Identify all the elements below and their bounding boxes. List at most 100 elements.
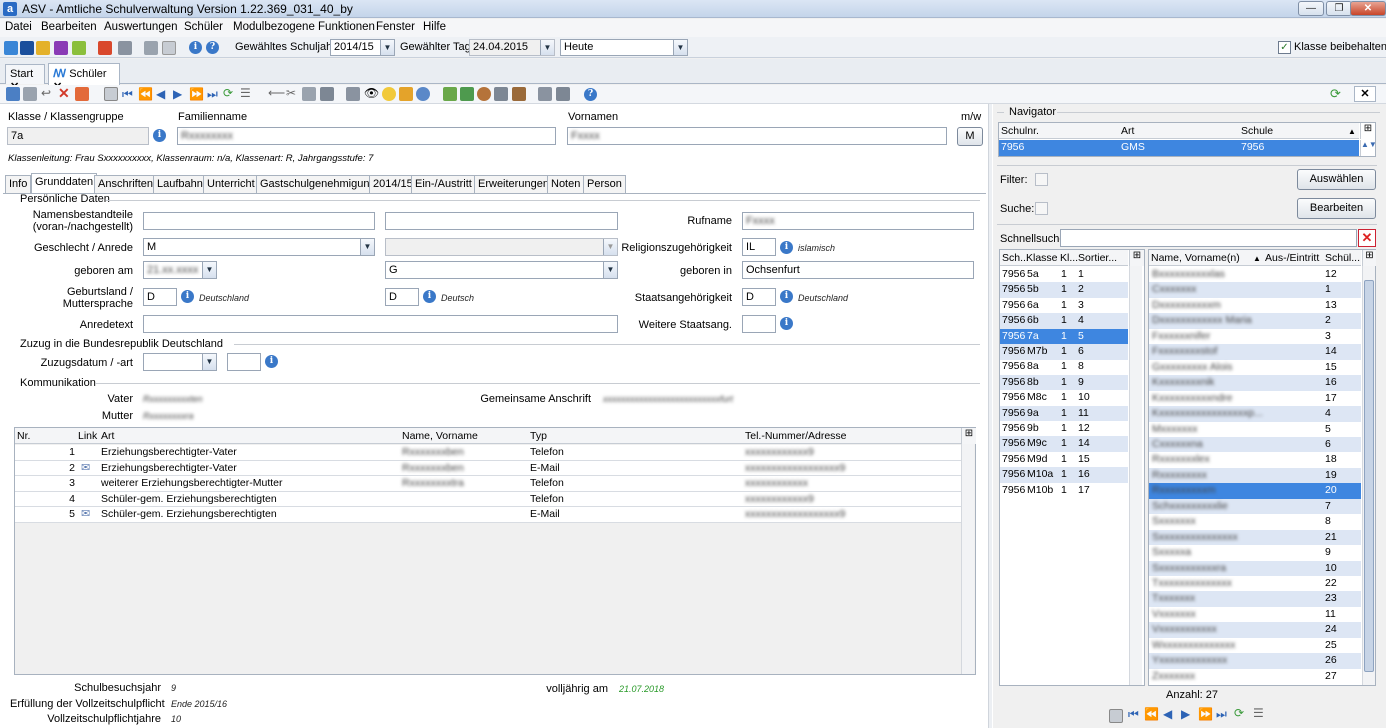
last-record-icon[interactable]: ⏭ [207, 87, 218, 102]
clear-search-icon[interactable]: ✕ [1358, 229, 1376, 247]
klassen-row[interactable]: 7956 M8c 1 10 [1000, 390, 1128, 406]
cut-icon[interactable]: ✂ [286, 86, 296, 100]
menu-hilfe[interactable]: Hilfe [423, 21, 446, 33]
tab-person[interactable]: Person [583, 175, 626, 193]
klasse-beibehalten-checkbox[interactable]: ✓ [1278, 41, 1291, 54]
schueler-row[interactable]: Gxxxxxxxxx Alois 15 [1149, 360, 1361, 376]
tab-gastschulgenehmigung[interactable]: Gastschulgenehmigung [256, 175, 380, 193]
last-record-icon[interactable]: ⏭ [1216, 707, 1227, 722]
next-record-icon[interactable]: ▶ [173, 87, 182, 101]
info-icon[interactable]: i [780, 317, 793, 330]
klassen-row[interactable]: 7956 M10b 1 17 [1000, 483, 1128, 499]
col-kl[interactable]: Kl... [1060, 252, 1078, 264]
tab-start[interactable]: Start ✕ [5, 64, 45, 93]
minimize-button[interactable]: — [1298, 1, 1324, 16]
religion-input[interactable]: IL [742, 238, 776, 256]
schueler-row[interactable]: Vxxxxxxxxxxx 24 [1149, 622, 1361, 638]
tab-schuljahr[interactable]: 2014/15 [369, 175, 417, 193]
print-icon[interactable] [118, 41, 132, 55]
schueler-row[interactable]: Rxxxxxxxxx 19 [1149, 467, 1361, 484]
menu-modulbezogene-funktionen[interactable]: Modulbezogene Funktionen [233, 21, 375, 33]
schueler-row[interactable]: Sxxxxxa 9 [1149, 545, 1361, 561]
klassen-row[interactable]: 7956 8b 1 9 [1000, 374, 1128, 391]
tab-schueler[interactable]: ꟿ Schüler ✕ [48, 63, 120, 93]
help-icon[interactable]: ? [206, 41, 219, 54]
mail-icon[interactable]: ✉ [81, 507, 90, 520]
tab-ein-austritt[interactable]: Ein-/Austritt [411, 175, 476, 193]
schule-row[interactable]: 7956 GMS 7956 [999, 140, 1359, 156]
save-icon[interactable] [23, 87, 37, 101]
module-icon[interactable] [20, 41, 34, 55]
col-nr[interactable]: Nr. [17, 430, 30, 442]
edit-icon[interactable] [399, 87, 413, 101]
bearbeiten-button[interactable]: Bearbeiten [1297, 198, 1376, 219]
refresh-icon[interactable]: ⟳ [1234, 706, 1244, 720]
column-chooser-icon[interactable]: ⊞ [961, 428, 976, 444]
first-record-icon[interactable]: ⏮ [122, 87, 133, 102]
table-row[interactable]: 5 ✉ Schüler-gem. Erziehungsberechtigten E-M… [15, 507, 961, 523]
person-icon[interactable] [477, 87, 491, 101]
prev-page-icon[interactable]: ⏪ [138, 87, 153, 101]
schueler-row[interactable]: Txxxxxxxxxxxxxx 22 [1149, 576, 1361, 592]
schueler-row[interactable]: Kxxxxxxxxxxndre 17 [1149, 391, 1361, 407]
print-icon[interactable] [346, 87, 360, 101]
geschlecht-select[interactable]: M ▼ [143, 238, 375, 256]
building-icon[interactable] [556, 87, 570, 101]
klassen-row[interactable]: 7956 M9d 1 15 [1000, 452, 1128, 468]
panel-splitter[interactable] [988, 104, 992, 728]
module-icon[interactable] [72, 41, 86, 55]
klassen-row[interactable]: 7956 M10a 1 16 [1000, 467, 1128, 483]
column-chooser-icon[interactable]: ⊞ [1360, 123, 1375, 139]
suche-checkbox[interactable] [1035, 202, 1048, 215]
tab-anschriften[interactable]: Anschriften [94, 175, 158, 193]
paste-icon[interactable] [320, 87, 334, 101]
klassen-row[interactable]: 7956 6b 1 4 [1000, 313, 1128, 329]
tab-laufbahn[interactable]: Laufbahn [153, 175, 207, 193]
scrollbar-thumb[interactable] [1364, 280, 1374, 672]
col-schule[interactable]: Schule [1241, 125, 1273, 137]
maximize-button[interactable]: ❐ [1326, 1, 1352, 16]
refresh-icon[interactable]: ⟳ [223, 86, 233, 100]
prev-record-icon[interactable]: ◀ [1163, 707, 1172, 721]
schueler-row[interactable]: Yxxxxxxxxxxxxx 26 [1149, 653, 1361, 669]
tab-erweiterungen[interactable]: Erweiterungen [474, 175, 553, 193]
col-name[interactable]: Name, Vorname(n) [1151, 252, 1240, 264]
gender-button[interactable]: M [957, 127, 983, 146]
schueler-row[interactable]: Sxxxxxxxxxxxxxxx 21 [1149, 529, 1361, 546]
new-icon[interactable] [6, 87, 20, 101]
col-tel[interactable]: Tel.-Nummer/Adresse [745, 430, 847, 442]
klassen-scrollbar[interactable] [1129, 266, 1142, 685]
module-icon[interactable] [98, 41, 112, 55]
table-row[interactable]: 3 weiterer Erziehungsberechtigter-Mutter R… [15, 476, 961, 492]
tag-select[interactable]: 24.04.2015 ▼ [469, 39, 555, 56]
close-panel-button[interactable]: ✕ [1354, 86, 1376, 102]
schueler-row[interactable]: Cxxxxxxx 1 [1149, 282, 1361, 298]
next-page-icon[interactable]: ⏩ [1198, 707, 1213, 721]
column-chooser-icon[interactable]: ⊞ [1362, 250, 1376, 266]
klassen-row[interactable]: 7956 9a 1 11 [1000, 405, 1128, 422]
schueler-row[interactable]: Rxxxxxxxlex 18 [1149, 452, 1361, 468]
staatsangehoerigkeit-input[interactable]: D [742, 288, 776, 306]
col-schueler-nr[interactable]: Schül... [1325, 252, 1360, 264]
col-aus-eintritt[interactable]: Aus-/Eintritt [1265, 252, 1319, 264]
copy-icon[interactable] [144, 41, 158, 55]
col-link[interactable]: Link [78, 430, 97, 442]
prev-record-icon[interactable]: ◀ [156, 87, 165, 101]
schueler-row[interactable]: Vxxxxxxx 11 [1149, 607, 1361, 623]
col-sch[interactable]: Sch... [1002, 252, 1029, 264]
namensbestandteil-voran-input[interactable] [143, 212, 375, 230]
klassen-row[interactable]: 7956 8a 1 8 [1000, 359, 1128, 375]
menu-list-icon[interactable]: ☰ [240, 86, 251, 100]
familienname-input[interactable]: Rxxxxxxxx [177, 127, 556, 145]
schueler-row[interactable]: Zxxxxxxx 27 [1149, 669, 1361, 685]
filter-checkbox[interactable] [1035, 173, 1048, 186]
menu-bearbeiten[interactable]: Bearbeiten [41, 21, 97, 33]
clock-icon[interactable] [416, 87, 430, 101]
vornamen-input[interactable]: Fxxxx [567, 127, 947, 145]
schueler-row[interactable]: Fxxxxxxnifer 3 [1149, 329, 1361, 345]
module-icon[interactable] [36, 41, 50, 55]
module-icon[interactable] [54, 41, 68, 55]
muttersprache-input[interactable]: D [385, 288, 419, 306]
tab-noten[interactable]: Noten [547, 175, 585, 193]
prev-page-icon[interactable]: ⏪ [1144, 707, 1159, 721]
